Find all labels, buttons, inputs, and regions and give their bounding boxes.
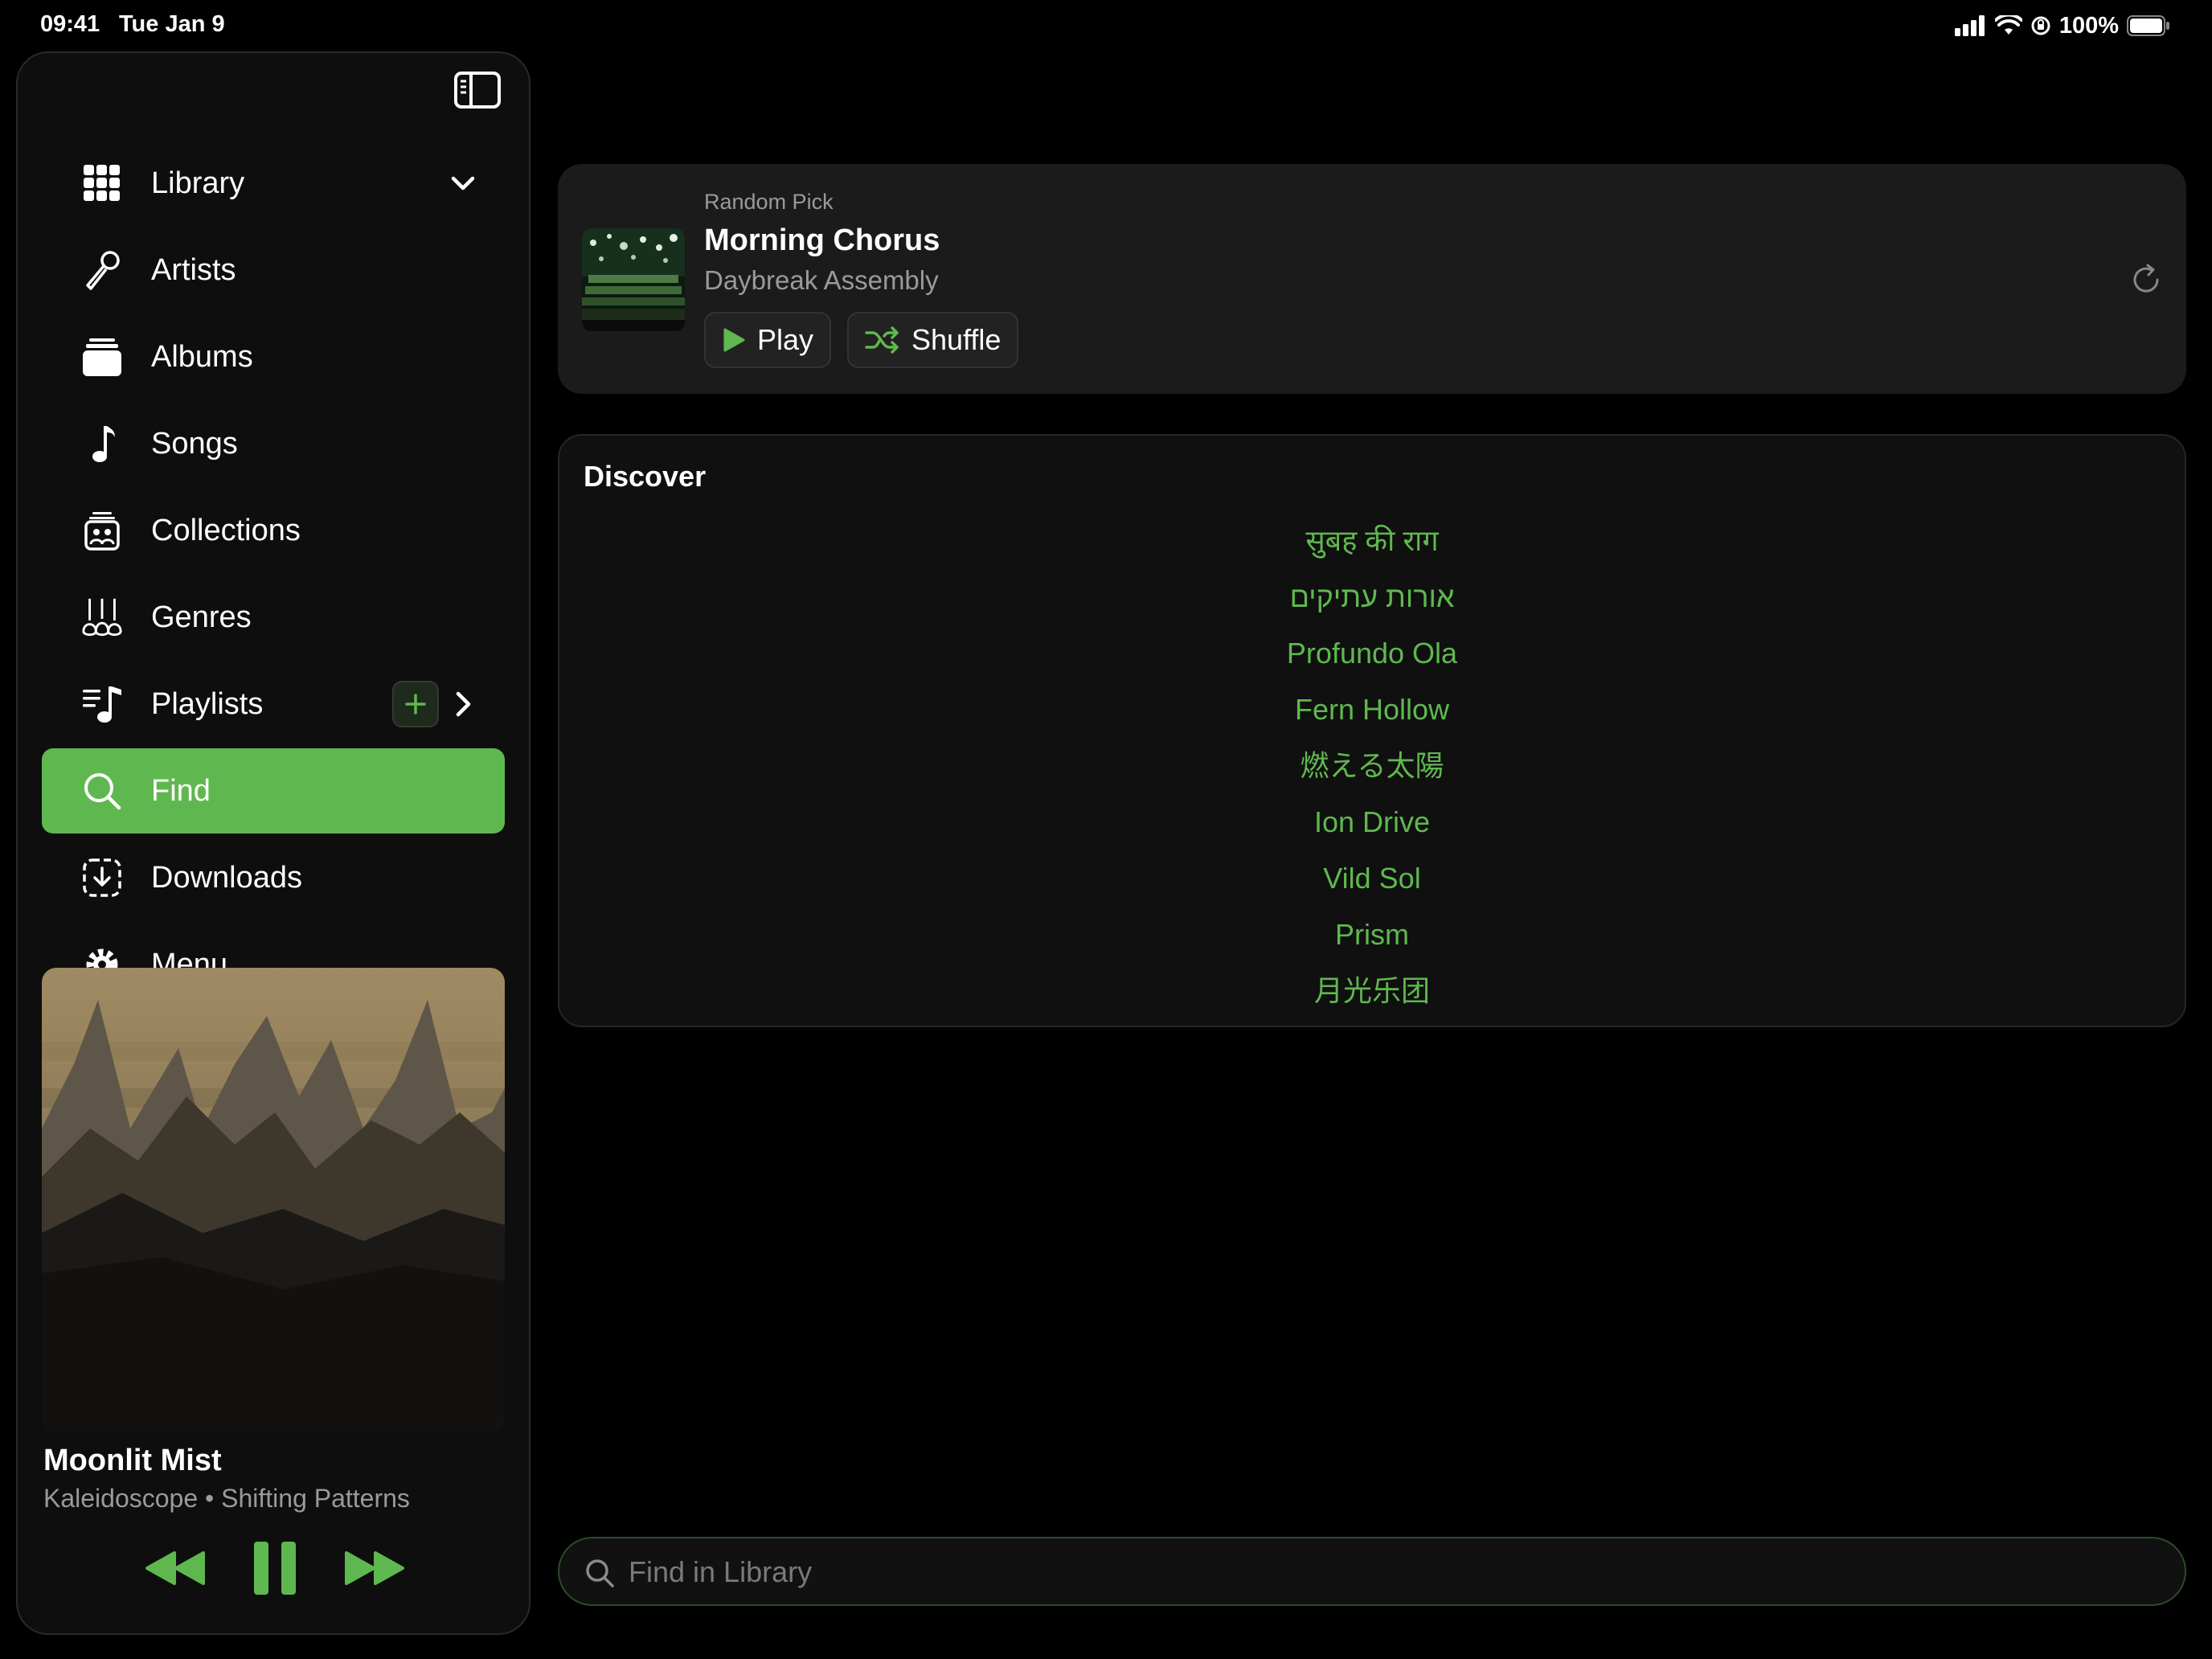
discover-list: सुबह की राग אורות עתיקים Profundo Ola Fe… (559, 513, 2185, 1019)
shuffle-button-label: Shuffle (911, 323, 1002, 356)
sidebar-item-find[interactable]: Find (42, 748, 505, 834)
discover-link[interactable]: Profundo Ola (559, 625, 2185, 682)
discover-title: Discover (584, 460, 707, 493)
search-icon (586, 1559, 614, 1587)
battery-icon (2127, 15, 2169, 36)
discover-link[interactable]: Prism (559, 907, 2185, 963)
music-note-icon (80, 422, 124, 465)
sidebar-item-genres[interactable]: Genres (42, 575, 505, 660)
sidebar-item-label: Playlists (151, 686, 264, 721)
search-input[interactable] (629, 1538, 2156, 1606)
sidebar-item-label: Albums (151, 339, 253, 374)
chevron-right-icon (456, 691, 471, 717)
sidebar-item-label: Collections (151, 513, 301, 547)
discover-link[interactable]: Vild Sol (559, 850, 2185, 907)
play-button-label: Play (757, 323, 814, 356)
previous-track-button[interactable] (143, 1536, 207, 1600)
download-icon (80, 856, 124, 899)
sidebar-item-playlists[interactable]: Playlists (42, 662, 505, 747)
orientation-lock-icon (2031, 16, 2050, 35)
chevron-down-icon (451, 176, 475, 190)
rewind-icon (145, 1551, 205, 1585)
discover-link[interactable]: 月光乐团 (559, 963, 2185, 1019)
status-time: 09:41 (40, 11, 100, 37)
wifi-icon (1994, 15, 2022, 35)
collections-icon (80, 509, 124, 552)
add-playlist-button[interactable] (392, 681, 439, 727)
sidebar-toggle-icon (454, 72, 501, 109)
discover-card: Discover सुबह की राग אורות עתיקים Profun… (558, 434, 2186, 1027)
sidebar: Library Artists Albums Songs Collections (16, 51, 530, 1635)
sidebar-item-label: Artists (151, 252, 236, 287)
fast-forward-icon (345, 1551, 404, 1585)
status-bar: 09:41 Tue Jan 9 100% (0, 0, 2212, 51)
search-bar (558, 1537, 2186, 1606)
now-playing-artwork[interactable] (42, 968, 505, 1431)
sidebar-item-artists[interactable]: Artists (42, 227, 505, 313)
random-pick-title: Morning Chorus (704, 223, 940, 257)
discover-link[interactable]: Fern Hollow (559, 682, 2185, 738)
sidebar-item-collections[interactable]: Collections (42, 488, 505, 573)
sidebar-item-library[interactable]: Library (42, 141, 505, 226)
plus-icon (405, 694, 426, 715)
mountain-artwork-image (42, 968, 505, 1431)
shuffle-button[interactable]: Shuffle (847, 312, 1019, 368)
playlist-icon (80, 682, 124, 726)
sidebar-item-label: Find (151, 773, 211, 808)
discover-link[interactable]: אורות עתיקים (559, 569, 2185, 625)
random-pick-artwork[interactable] (582, 228, 685, 331)
battery-percent: 100% (2058, 12, 2119, 39)
sidebar-item-label: Songs (151, 426, 238, 461)
sidebar-toggle-button[interactable] (453, 71, 502, 109)
guitars-icon (80, 596, 124, 639)
sidebar-item-label: Genres (151, 600, 252, 634)
next-track-button[interactable] (342, 1536, 407, 1600)
pause-icon (254, 1542, 296, 1595)
sidebar-item-label: Library (151, 166, 245, 200)
playlists-open-button[interactable] (445, 686, 481, 722)
play-icon (723, 328, 745, 352)
status-date: Tue Jan 9 (119, 11, 225, 37)
discover-link[interactable]: 燃える太陽 (559, 738, 2185, 794)
sidebar-item-albums[interactable]: Albums (42, 314, 505, 399)
discover-link[interactable]: सुबह की राग (559, 513, 2185, 569)
sidebar-item-songs[interactable]: Songs (42, 401, 505, 486)
random-pick-card: Random Pick Morning Chorus Daybreak Asse… (558, 164, 2186, 394)
grid-icon (80, 162, 124, 205)
albums-stack-icon (80, 335, 124, 379)
refresh-pick-button[interactable] (2128, 262, 2164, 297)
microphone-icon (80, 248, 124, 292)
playback-controls (18, 1536, 529, 1600)
play-button[interactable]: Play (704, 312, 832, 368)
random-pick-caption: Random Pick (704, 190, 834, 214)
library-expand-button[interactable] (445, 166, 481, 201)
sidebar-item-label: Downloads (151, 860, 302, 895)
discover-link[interactable]: Ion Drive (559, 794, 2185, 850)
now-playing-subtitle: Kaleidoscope • Shifting Patterns (43, 1484, 410, 1513)
cellular-signal-icon (1954, 15, 1985, 36)
now-playing-title: Moonlit Mist (43, 1444, 222, 1477)
sidebar-item-downloads[interactable]: Downloads (42, 835, 505, 920)
album-thumbnail-image (582, 228, 685, 331)
pause-button[interactable] (249, 1536, 301, 1600)
status-indicators: 100% (1954, 11, 2170, 40)
refresh-icon (2133, 264, 2159, 293)
search-icon (80, 769, 124, 813)
random-pick-artist: Daybreak Assembly (704, 265, 939, 295)
shuffle-icon (865, 326, 899, 354)
